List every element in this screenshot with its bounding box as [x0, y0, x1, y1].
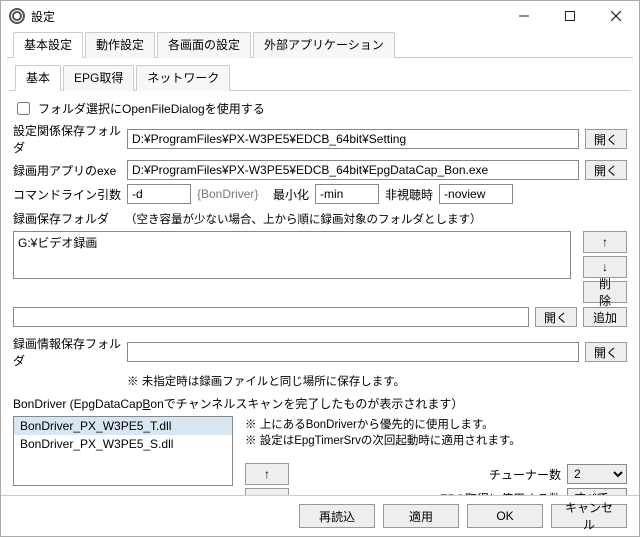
subtab-basic[interactable]: 基本	[15, 65, 61, 91]
settings-window: 設定 基本設定 動作設定 各画面の設定 外部アプリケーション 基本 EPG取得 …	[0, 0, 640, 537]
settings-folder-open-button[interactable]: 開く	[585, 129, 627, 149]
subtab-network[interactable]: ネットワーク	[136, 65, 230, 91]
cmd-bondriver-placeholder: {BonDriver}	[197, 187, 267, 201]
tab-basic[interactable]: 基本設定	[13, 32, 83, 58]
app-icon	[9, 8, 25, 24]
cmd-noview-label: 非視聴時	[385, 186, 433, 203]
cmdline-label: コマンドライン引数	[13, 186, 121, 203]
settings-folder-input[interactable]	[127, 129, 579, 149]
rec-folder-note: （空き容量が少ない場合、上から順に録画対象のフォルダとします）	[125, 211, 482, 227]
content-area: フォルダ選択にOpenFileDialogを使用する 設定関係保存フォルダ 開く…	[1, 91, 639, 495]
outer-tab-bar: 基本設定 動作設定 各画面の設定 外部アプリケーション	[7, 31, 633, 58]
cmd-noview-input[interactable]	[439, 184, 513, 204]
rec-folder-add-open-button[interactable]: 開く	[535, 307, 577, 327]
rec-folder-heading: 録画保存フォルダ	[13, 210, 109, 227]
rec-folder-delete-button[interactable]: 削除	[583, 281, 627, 303]
rec-exe-input[interactable]	[127, 160, 579, 180]
use-openfiledialog-checkbox[interactable]: フォルダ選択にOpenFileDialogを使用する	[13, 99, 627, 118]
rec-folder-up-button[interactable]: ↑	[583, 231, 627, 253]
cmd-min-input[interactable]	[315, 184, 379, 204]
epg-count-select[interactable]: すべて	[567, 488, 627, 495]
cmd-d-input[interactable]	[127, 184, 191, 204]
bondriver-note2: ※ 設定はEpgTimerSrvの次回起動時に適用されます。	[245, 432, 627, 448]
rec-folder-add-button[interactable]: 追加	[583, 307, 627, 327]
rec-folder-list[interactable]: G:¥ビデオ録画	[13, 231, 571, 279]
bondriver-item[interactable]: BonDriver_PX_W3PE5_T.dll	[14, 417, 232, 435]
reload-button[interactable]: 再読込	[299, 504, 375, 528]
tab-behavior[interactable]: 動作設定	[85, 32, 155, 58]
window-title: 設定	[31, 8, 501, 25]
tab-external-apps[interactable]: 外部アプリケーション	[253, 32, 395, 58]
use-openfiledialog-input[interactable]	[17, 102, 30, 115]
titlebar: 設定	[1, 1, 639, 31]
info-folder-open-button[interactable]: 開く	[585, 342, 627, 362]
tuner-count-select[interactable]: 2	[567, 464, 627, 484]
ok-button[interactable]: OK	[467, 504, 543, 528]
info-folder-label: 録画情報保存フォルダ	[13, 335, 121, 369]
bondriver-heading: BonDriver (EpgDataCapBonでチャンネルスキャンを完了したも…	[13, 395, 463, 412]
rec-exe-label: 録画用アプリのexe	[13, 162, 121, 179]
window-buttons	[501, 1, 639, 31]
maximize-button[interactable]	[547, 1, 593, 31]
cancel-button[interactable]: キャンセル	[551, 504, 627, 528]
bondriver-up-button[interactable]: ↑	[245, 463, 289, 485]
use-openfiledialog-label: フォルダ選択にOpenFileDialogを使用する	[38, 100, 265, 117]
tab-screens[interactable]: 各画面の設定	[157, 32, 251, 58]
bondriver-list[interactable]: BonDriver_PX_W3PE5_T.dll BonDriver_PX_W3…	[13, 416, 233, 486]
info-folder-note: ※ 未指定時は録画ファイルと同じ場所に保存します。	[127, 373, 405, 389]
info-folder-input[interactable]	[127, 342, 579, 362]
bondriver-down-button[interactable]: ↓	[245, 488, 289, 496]
apply-button[interactable]: 適用	[383, 504, 459, 528]
settings-folder-label: 設定関係保存フォルダ	[13, 122, 121, 156]
rec-folder-item[interactable]: G:¥ビデオ録画	[18, 234, 566, 251]
rec-folder-buttons: ↑ ↓ 削除	[583, 231, 627, 303]
bondriver-item[interactable]: BonDriver_PX_W3PE5_S.dll	[14, 435, 232, 453]
rec-folder-add-input[interactable]	[13, 307, 529, 327]
dialog-footer: 再読込 適用 OK キャンセル	[1, 495, 639, 536]
inner-tab-bar: 基本 EPG取得 ネットワーク	[9, 64, 631, 91]
close-button[interactable]	[593, 1, 639, 31]
subtab-epg[interactable]: EPG取得	[63, 65, 134, 91]
tuner-count-label: チューナー数	[489, 466, 561, 483]
bondriver-note1: ※ 上にあるBonDriverから優先的に使用します。	[245, 416, 627, 432]
cmd-min-label: 最小化	[273, 186, 309, 203]
rec-exe-open-button[interactable]: 開く	[585, 160, 627, 180]
minimize-button[interactable]	[501, 1, 547, 31]
